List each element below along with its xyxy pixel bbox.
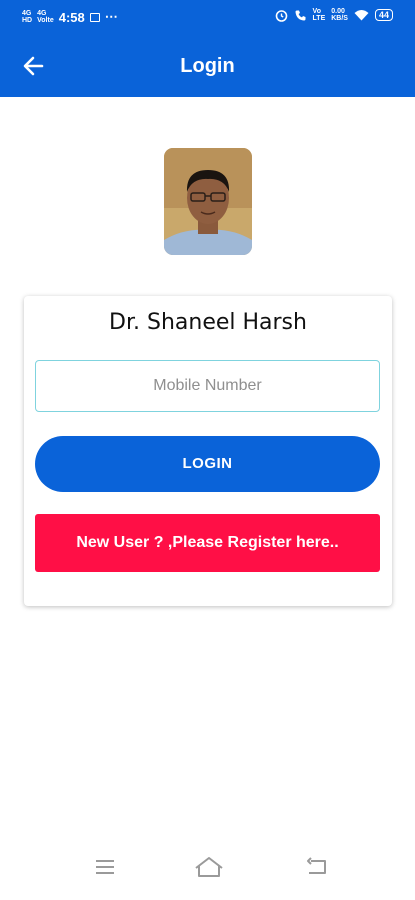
battery-icon: 44 [374, 9, 393, 21]
login-card: Dr. Shaneel Harsh LOGIN New User ? ,Plea… [24, 296, 392, 606]
status-left: 4G HD 4G Volte 4:58 ⋯ [22, 9, 118, 25]
network-sub-label: HD [22, 17, 33, 24]
menu-icon[interactable] [94, 856, 116, 878]
status-time: 4:58 [58, 9, 85, 25]
mail-icon [89, 12, 100, 22]
speed-unit: KB/S [331, 15, 348, 22]
wifi-icon [354, 10, 369, 21]
speed-indicator: 0.00 KB/S [331, 8, 348, 22]
more-notifications-icon: ⋯ [104, 9, 118, 24]
alarm-icon [275, 9, 287, 22]
status-right: Vo LTE 0.00 KB/S 44 [275, 8, 393, 22]
volte-indicator: 4G Volte [37, 10, 54, 24]
home-icon[interactable] [194, 856, 224, 880]
speed-value: 0.00 [331, 8, 345, 15]
avatar-photo [164, 148, 252, 255]
mobile-number-input[interactable] [35, 360, 380, 412]
doctor-avatar [164, 148, 252, 255]
back-nav-icon[interactable] [305, 856, 329, 878]
network-indicator: 4G HD [22, 10, 32, 24]
page-title: Login [180, 55, 235, 77]
register-button[interactable]: New User ? ,Please Register here.. [35, 514, 380, 572]
volte-sub-label: Volte [37, 17, 54, 24]
system-nav-bar [0, 856, 415, 896]
volte-label: 4G [37, 10, 47, 17]
network-label: 4G [22, 10, 32, 17]
call-icon [295, 10, 306, 20]
status-bar: 4G HD 4G Volte 4:58 ⋯ Vo LTE 0.00 KB/S 4… [0, 0, 415, 32]
signal-indicator: Vo LTE [312, 8, 326, 22]
login-button[interactable]: LOGIN [35, 436, 380, 492]
app-bar: 4G HD 4G Volte 4:58 ⋯ Vo LTE 0.00 KB/S 4… [0, 0, 415, 97]
battery-level: 44 [378, 10, 389, 20]
doctor-name: Dr. Shaneel Harsh [109, 310, 307, 335]
